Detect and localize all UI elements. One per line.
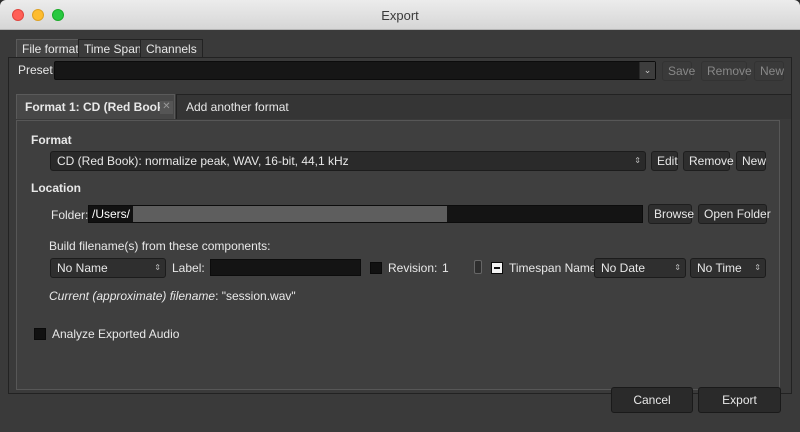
filename-prefix: Current (approximate) filename xyxy=(49,289,216,303)
format-tab-active[interactable]: Format 1: CD (Red Book) ✕ xyxy=(16,94,175,119)
folder-input[interactable]: /Users/ xyxy=(88,205,643,223)
format-select[interactable]: CD (Red Book): normalize peak, WAV, 16-b… xyxy=(50,151,646,171)
name-select[interactable]: No Name ⇕ xyxy=(50,258,166,278)
timespan-checkbox[interactable] xyxy=(491,262,503,274)
timespan-label: Timespan Name xyxy=(509,261,597,275)
revision-label: Revision: xyxy=(388,261,438,275)
format-tab-label: Format 1: CD (Red Book) xyxy=(25,100,168,114)
tab-file-format[interactable]: File format xyxy=(16,39,85,59)
time-select[interactable]: No Time ⇕ xyxy=(690,258,766,278)
add-format-tab[interactable]: Add another format xyxy=(176,94,792,119)
browse-button[interactable]: Browse xyxy=(648,204,694,224)
filename-value: : "session.wav" xyxy=(215,289,296,303)
format-remove-button[interactable]: Remove xyxy=(683,151,734,171)
revision-value[interactable]: 1 xyxy=(442,261,449,275)
revision-spinner-icon[interactable] xyxy=(474,260,482,274)
location-heading: Location xyxy=(31,181,81,195)
format-heading: Format xyxy=(31,133,72,147)
revision-checkbox[interactable] xyxy=(370,262,382,274)
add-format-label: Add another format xyxy=(186,100,289,114)
label-label: Label: xyxy=(172,261,205,275)
folder-label: Folder: xyxy=(51,208,89,222)
analyze-label: Analyze Exported Audio xyxy=(52,327,180,341)
export-dialog: File format Time Span Channels Preset ⌄ … xyxy=(0,30,800,432)
cancel-button[interactable]: Cancel xyxy=(611,387,693,413)
export-button[interactable]: Export xyxy=(698,387,781,413)
date-select-value: No Date xyxy=(601,261,646,275)
updown-arrows-icon: ⇕ xyxy=(674,263,681,272)
updown-arrows-icon: ⇕ xyxy=(154,263,161,272)
date-select[interactable]: No Date ⇕ xyxy=(594,258,686,278)
open-folder-button[interactable]: Open Folder xyxy=(698,204,771,224)
label-input[interactable] xyxy=(210,259,361,276)
preset-select[interactable]: ⌄ xyxy=(54,61,656,80)
current-filename: Current (approximate) filename: "session… xyxy=(49,289,296,303)
chevron-down-icon: ⌄ xyxy=(639,62,655,79)
tab-time-span[interactable]: Time Span xyxy=(78,39,148,59)
preset-new-button[interactable]: New xyxy=(754,61,784,81)
folder-selection-highlight xyxy=(89,206,447,222)
updown-arrows-icon: ⇕ xyxy=(754,263,761,272)
preset-remove-button[interactable]: Remove xyxy=(701,61,752,81)
tab-channels[interactable]: Channels xyxy=(140,39,203,59)
close-format-tab-icon[interactable]: ✕ xyxy=(160,101,173,114)
time-select-value: No Time xyxy=(697,261,742,275)
folder-value: /Users/ xyxy=(89,206,134,222)
format-value: CD (Red Book): normalize peak, WAV, 16-b… xyxy=(57,154,349,168)
preset-label: Preset xyxy=(18,63,53,77)
format-edit-button[interactable]: Edit xyxy=(651,151,678,171)
analyze-checkbox[interactable] xyxy=(34,328,46,340)
format-new-button[interactable]: New xyxy=(736,151,766,171)
components-heading: Build filename(s) from these components: xyxy=(49,239,271,253)
preset-save-button[interactable]: Save xyxy=(662,61,695,81)
window-title: Export xyxy=(381,8,419,23)
title-bar: Export xyxy=(0,0,800,30)
updown-arrows-icon: ⇕ xyxy=(634,156,641,165)
name-select-value: No Name xyxy=(57,261,108,275)
